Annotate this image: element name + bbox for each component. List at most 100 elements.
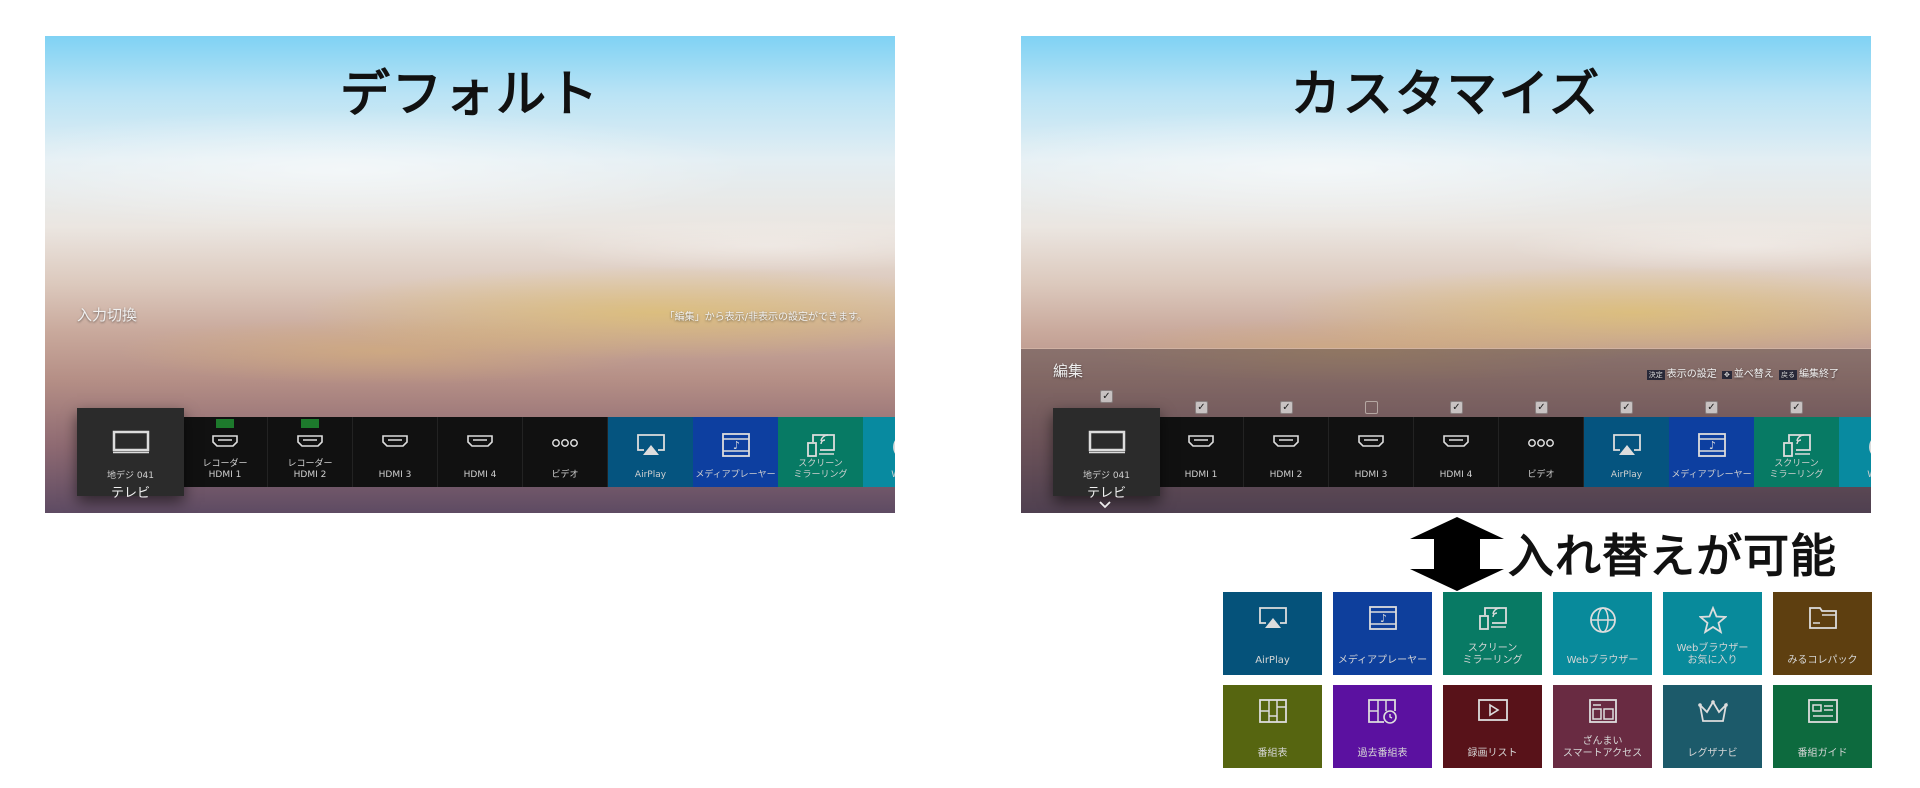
input-name: テレビ xyxy=(110,486,150,501)
input-strip: HDMI 1 HDMI 2 HDMI 3 HDMI 4 ビデオ AirPlay ♪ メディアプ… xyxy=(1159,417,1871,487)
input-strip: レコーダー HDMI 1 レコーダー HDMI 2 HDMI 3 HDMI 4 ビデオ Air… xyxy=(183,417,895,487)
input-item-label: レコーダー HDMI 2 xyxy=(287,459,332,481)
input-item-name: ミラーリング xyxy=(793,470,848,480)
app-tile-label: みるコレパック xyxy=(1787,655,1858,666)
app-tile[interactable]: みるコレパック xyxy=(1773,592,1872,675)
app-tile[interactable]: Webブラウザー お気に入り xyxy=(1663,592,1762,675)
hdmi-icon xyxy=(466,433,494,452)
visibility-checkbox[interactable] xyxy=(1365,401,1378,414)
airplay-icon xyxy=(1612,433,1642,461)
input-item-hdmi-3[interactable]: HDMI 3 xyxy=(1329,417,1414,487)
input-switch-label: 入力切換 xyxy=(77,306,138,324)
input-item-airplay[interactable]: AirPlay xyxy=(1584,417,1669,487)
app-tile[interactable]: 録画リスト xyxy=(1443,685,1542,768)
globe-icon xyxy=(892,433,895,465)
dpad-icon: ✥ xyxy=(1721,371,1732,379)
checkbox-tv[interactable]: ✓ xyxy=(1100,390,1113,403)
app-tile-grid: AirPlay ♪ メディアプレーヤー スクリーン ミラーリング Webブラウザー Web… xyxy=(1223,592,1872,768)
screen-mirroring-icon xyxy=(1782,433,1812,461)
app-tile[interactable]: ♪ メディアプレーヤー xyxy=(1333,592,1432,675)
input-item-name: Webブ xyxy=(891,470,895,480)
app-tile-label: スクリーン ミラーリング xyxy=(1462,643,1523,666)
customize-title: カスタマイズ xyxy=(1290,65,1602,123)
app-tile[interactable]: 過去番組表 xyxy=(1333,685,1432,768)
customize-screen: カスタマイズ 編集 決定 表示の設定 ✥ 並べ替え 戻る 編集終了 ✓ HDMI 1H… xyxy=(1021,36,1871,513)
hdmi-icon xyxy=(381,433,409,452)
app-tile[interactable]: レグザナビ xyxy=(1663,685,1762,768)
input-item-webブ[interactable]: Webブ xyxy=(863,417,895,487)
input-item-label: HDMI 1 xyxy=(1185,470,1218,481)
svg-text:♪: ♪ xyxy=(733,439,740,452)
end-edit-text: 編集終了 xyxy=(1799,369,1839,380)
back-key-badge: 戻る xyxy=(1779,370,1797,380)
edit-label: 編集 xyxy=(1053,362,1084,380)
input-item-hdmi-3[interactable]: HDMI 3 xyxy=(353,417,438,487)
visibility-checkbox[interactable]: ✓ xyxy=(1280,401,1293,414)
visibility-checkbox[interactable]: ✓ xyxy=(1195,401,1208,414)
input-item-name: メディアプレーヤー xyxy=(1671,470,1752,480)
app-tile-label: AirPlay xyxy=(1255,655,1290,666)
app-tile[interactable]: AirPlay xyxy=(1223,592,1322,675)
input-item-name: HDMI 2 xyxy=(293,470,327,480)
app-tile-label: 録画リスト xyxy=(1467,748,1518,759)
tv-icon xyxy=(1088,430,1126,458)
input-item-ミラーリング[interactable]: スクリーン ミラーリング xyxy=(778,417,863,487)
airplay-icon xyxy=(636,433,666,461)
input-item-webブ[interactable]: Webブ xyxy=(1839,417,1871,487)
visibility-checkbox[interactable]: ✓ xyxy=(1705,401,1718,414)
input-item-name: Webブ xyxy=(1867,470,1871,480)
input-item-label: AirPlay xyxy=(635,470,666,481)
program-guide-icon xyxy=(1258,699,1287,727)
input-item-label: メディアプレーヤー xyxy=(695,470,775,481)
visibility-checkbox[interactable]: ✓ xyxy=(1450,401,1463,414)
hdmi-icon xyxy=(211,433,239,452)
input-item-name: HDMI 4 xyxy=(1439,470,1473,480)
input-item-label: Webブ xyxy=(891,470,895,481)
input-item-hdmi-4[interactable]: HDMI 4 xyxy=(438,417,523,487)
edit-hint: 「編集」から表示/非表示の設定ができます。 xyxy=(664,312,867,323)
input-item-airplay[interactable]: AirPlay xyxy=(608,417,693,487)
reorder-text: 並べ替え xyxy=(1733,369,1774,380)
input-item-hdmi-4[interactable]: HDMI 4 xyxy=(1414,417,1499,487)
hdmi-icon xyxy=(1357,433,1385,452)
globe-icon xyxy=(1868,433,1871,465)
input-item-hdmi-2[interactable]: HDMI 2 xyxy=(1244,417,1329,487)
channel-number: 地デジ 041 xyxy=(1082,471,1131,481)
visibility-checkbox[interactable]: ✓ xyxy=(1620,401,1633,414)
video-icon xyxy=(1528,433,1554,452)
input-item-sublabel: レコーダー xyxy=(287,459,333,469)
app-tile-label: レグザナビ xyxy=(1687,748,1738,759)
svg-text:♪: ♪ xyxy=(1709,439,1716,452)
program-info-icon xyxy=(1807,699,1838,727)
input-item-name: ビデオ xyxy=(1527,470,1555,480)
enter-key-badge: 決定 xyxy=(1646,370,1665,380)
chevron-down-icon[interactable] xyxy=(1099,498,1111,512)
input-item-ビデオ[interactable]: ビデオ xyxy=(1499,417,1584,487)
app-tile[interactable]: 番組ガイド xyxy=(1773,685,1872,768)
input-item-hdmi-1[interactable]: HDMI 1 xyxy=(1159,417,1244,487)
visibility-checkbox[interactable]: ✓ xyxy=(1535,401,1548,414)
input-item-メディアプレーヤー[interactable]: ♪ メディアプレーヤー xyxy=(693,417,778,487)
app-tile[interactable]: Webブラウザー xyxy=(1553,592,1652,675)
screen-mirroring-icon xyxy=(1478,606,1508,634)
input-item-name: AirPlay xyxy=(634,470,667,480)
input-item-name: HDMI 3 xyxy=(1354,470,1388,480)
focused-input-tv[interactable]: 地デジ 041 テレビ xyxy=(77,408,184,501)
app-tile[interactable]: 番組表 xyxy=(1223,685,1322,768)
input-item-hdmi-2[interactable]: レコーダー HDMI 2 xyxy=(268,417,353,487)
visibility-checkbox[interactable]: ✓ xyxy=(1790,401,1803,414)
focused-input-tv[interactable]: 地デジ 041 テレビ xyxy=(1053,408,1160,501)
smart-access-icon xyxy=(1588,699,1617,727)
app-tile[interactable]: ざんまい スマートアクセス xyxy=(1553,685,1652,768)
regza-link-badge xyxy=(216,419,234,428)
input-item-label: スクリーン ミラーリング xyxy=(1769,459,1823,481)
input-item-hdmi-1[interactable]: レコーダー HDMI 1 xyxy=(183,417,268,487)
app-tile-label: メディアプレーヤー xyxy=(1337,655,1428,666)
input-item-ビデオ[interactable]: ビデオ xyxy=(523,417,608,487)
input-item-label: HDMI 2 xyxy=(1270,470,1303,481)
input-item-name: ミラーリング xyxy=(1769,470,1824,480)
app-tile-label: 過去番組表 xyxy=(1357,748,1408,759)
input-item-メディアプレーヤー[interactable]: ♪ メディアプレーヤー xyxy=(1669,417,1754,487)
input-item-ミラーリング[interactable]: スクリーン ミラーリング xyxy=(1754,417,1839,487)
app-tile[interactable]: スクリーン ミラーリング xyxy=(1443,592,1542,675)
